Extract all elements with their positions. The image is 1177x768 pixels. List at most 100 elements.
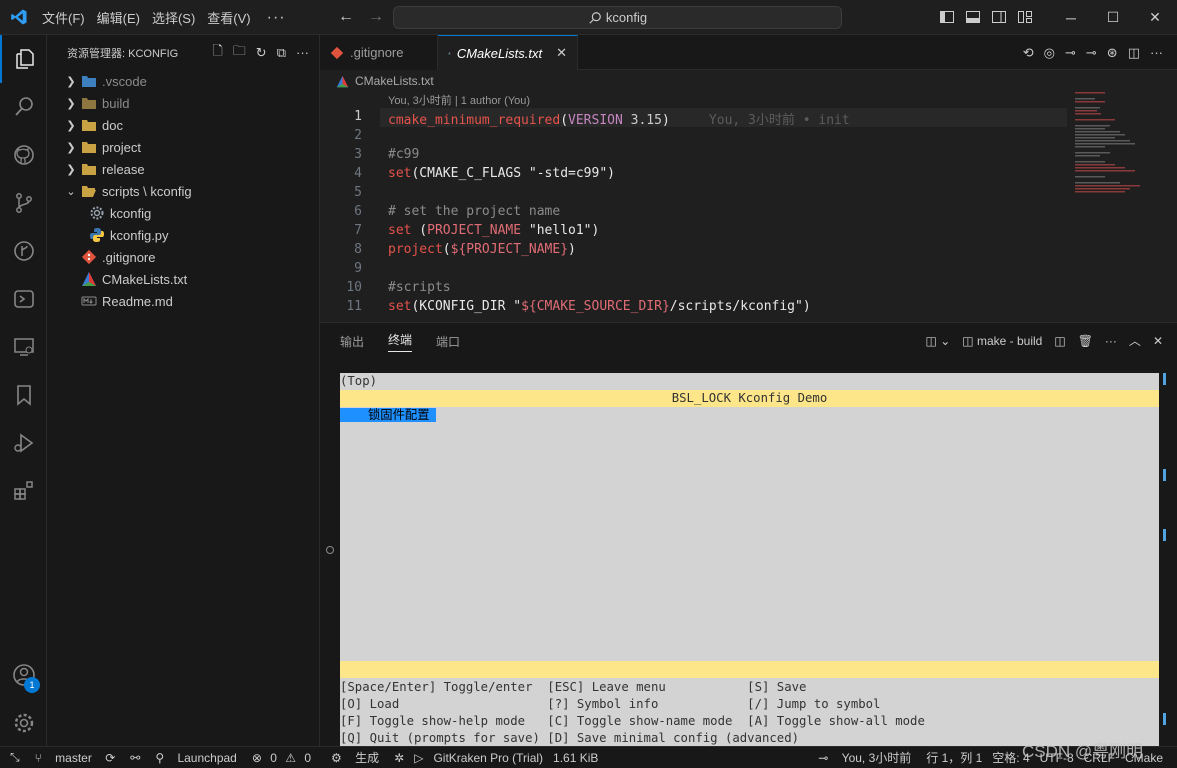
new-terminal-split-icon[interactable]: ◫ ⌄ xyxy=(926,334,951,348)
gitlens-compare-icon[interactable]: ◎ xyxy=(1044,45,1055,61)
remote-indicator-icon[interactable]: ⤡ xyxy=(10,750,20,765)
toggle-panel-icon[interactable] xyxy=(965,9,981,25)
back-arrow-icon[interactable]: ← xyxy=(338,8,354,26)
breadcrumb[interactable]: CMakeLists.txt xyxy=(320,70,1177,92)
source-control-icon[interactable] xyxy=(0,179,47,227)
split-terminal-icon[interactable]: ◫ xyxy=(1054,334,1065,348)
menu-more[interactable]: ··· xyxy=(257,9,296,27)
close-tab-icon[interactable]: ✕ xyxy=(556,45,567,61)
toggle-primary-sidebar-icon[interactable] xyxy=(939,9,955,25)
terminal-instance[interactable]: ◫ make - build xyxy=(962,334,1042,348)
minimap[interactable] xyxy=(1070,92,1170,212)
panel-tab-output[interactable]: 输出 xyxy=(340,333,364,350)
split-editor-icon[interactable]: ◫ xyxy=(1128,45,1140,61)
menu-selection[interactable]: 选择(S) xyxy=(146,8,201,27)
code-editor[interactable]: You, 3小时前 | 1 author (You) 1 2 3 4 5 6 7… xyxy=(320,92,1177,322)
editor-more-actions-icon[interactable]: ··· xyxy=(1150,45,1163,61)
previous-change-icon[interactable]: ⊸ xyxy=(1065,45,1076,61)
forward-arrow-icon[interactable]: → xyxy=(368,8,384,26)
line-number: 10 xyxy=(346,280,362,295)
run-play-icon[interactable]: ▷ xyxy=(414,751,423,765)
cursor-position[interactable]: 行 1，列 1 xyxy=(926,749,982,766)
tree-item-label: CMakeLists.txt xyxy=(102,271,188,287)
line-number: 9 xyxy=(354,261,362,276)
chevron-right-icon: ❯ xyxy=(66,75,76,88)
scroll-marker xyxy=(1163,529,1166,541)
panel-more-icon[interactable]: ··· xyxy=(1105,334,1117,348)
help-line: [O] Load [?] Symbol info [/] Jump to sym… xyxy=(340,697,881,711)
panel-tab-terminal[interactable]: 终端 xyxy=(388,331,413,352)
tree-item-doc[interactable]: ❯ doc xyxy=(47,114,320,136)
remote-explorer-icon[interactable] xyxy=(0,323,47,371)
gitkraken-icon[interactable] xyxy=(0,227,47,275)
tree-item-scripts[interactable]: ⌄ scripts \ kconfig xyxy=(47,180,320,202)
warning-count: 0 xyxy=(304,750,312,765)
launchpad-status[interactable]: ⚲ Launchpad xyxy=(150,751,242,765)
settings-gear-icon[interactable] xyxy=(0,699,47,747)
bookmark-icon[interactable] xyxy=(0,371,47,419)
timeline-history-icon[interactable]: ⟲ xyxy=(1023,45,1034,61)
command-center-search[interactable]: kconfig xyxy=(393,6,842,29)
tree-item-kconfig-py[interactable]: kconfig.py xyxy=(47,224,320,246)
accounts-icon[interactable]: 1 xyxy=(0,651,47,699)
toggle-secondary-sidebar-icon[interactable] xyxy=(991,9,1007,25)
refresh-icon[interactable]: ↻ xyxy=(256,45,267,61)
tree-item-kconfig[interactable]: kconfig xyxy=(47,202,320,224)
line-number: 1 xyxy=(354,109,362,124)
code-line-7: set (PROJECT_NAME "hello1") xyxy=(388,223,599,238)
search-icon xyxy=(589,11,601,24)
gitkraken-status-icon[interactable]: ⚯ xyxy=(130,751,140,765)
codelens-authors[interactable]: You, 3小时前 | 1 author (You) xyxy=(388,92,530,108)
editor-tabs: .gitignore CMakeLists.txt ✕ ⟲ ◎ ⊸ ⊸ ⊛ ◫ … xyxy=(320,35,1177,70)
file-tree: ❯ .vscode ❯ build ❯ doc ❯ project ❯ release ⌄… xyxy=(47,70,320,312)
next-change-icon[interactable]: ⊸ xyxy=(1086,45,1097,61)
maximize-button[interactable]: ☐ xyxy=(1092,0,1134,35)
customize-layout-icon[interactable] xyxy=(1017,9,1033,25)
tree-item-release[interactable]: ❯ release xyxy=(47,158,320,180)
tab-gitignore[interactable]: .gitignore xyxy=(320,35,438,70)
tree-item-label: doc xyxy=(102,117,123,133)
more-actions-icon[interactable]: ··· xyxy=(296,45,309,60)
tab-cmakelists[interactable]: CMakeLists.txt ✕ xyxy=(438,35,578,70)
tree-item-vscode[interactable]: ❯ .vscode xyxy=(47,70,320,92)
run-debug-icon[interactable] xyxy=(0,419,47,467)
terminal-screen[interactable]: (Top) BSL_LOCK Kconfig Demo 锁固件配置 [Space… xyxy=(340,373,1159,747)
close-panel-icon[interactable]: ✕ xyxy=(1153,334,1163,348)
extensions-icon[interactable] xyxy=(0,467,47,515)
gitkraken-action-icon[interactable]: ⊛ xyxy=(1107,45,1118,61)
menu-view[interactable]: 查看(V) xyxy=(201,8,256,27)
problems-status[interactable]: ⊗ 0 ⚠ 0 xyxy=(252,751,316,765)
tree-item-readme[interactable]: Readme.md xyxy=(47,290,320,312)
line-number: 11 xyxy=(346,299,362,314)
tree-item-project[interactable]: ❯ project xyxy=(47,136,320,158)
menu-edit[interactable]: 编辑(E) xyxy=(91,8,146,27)
new-file-icon[interactable]: 🗋 xyxy=(212,42,222,64)
blame-status[interactable]: ⊸ You, 3小时前 xyxy=(813,749,916,766)
branch-status[interactable]: ⑂ master ⟳ xyxy=(30,751,121,765)
panel-tab-ports[interactable]: 端口 xyxy=(436,333,460,350)
debug-bug-icon[interactable]: ✲ xyxy=(394,751,404,765)
github-icon[interactable] xyxy=(0,131,47,179)
tree-item-cmakelists[interactable]: CMakeLists.txt xyxy=(47,268,320,290)
menu-file[interactable]: 文件(F) xyxy=(36,8,91,27)
code-token: VERSION xyxy=(568,113,623,128)
close-window-button[interactable]: ✕ xyxy=(1134,0,1176,35)
code-token: ) xyxy=(661,113,670,128)
remote-terminal-icon[interactable] xyxy=(0,275,47,323)
explorer-icon[interactable] xyxy=(0,35,47,83)
maximize-panel-chevron-up-icon[interactable]: ︿ xyxy=(1129,332,1141,349)
sash-handle-icon[interactable] xyxy=(326,546,334,554)
line-number: 8 xyxy=(354,242,362,257)
cmake-build-status[interactable]: ⚙ 生成 xyxy=(326,749,384,766)
search-view-icon[interactable] xyxy=(0,83,47,131)
gitkraken-trial-status[interactable]: GitKraken Pro (Trial) xyxy=(433,751,543,765)
minimize-button[interactable]: ─ xyxy=(1050,0,1092,35)
tree-item-gitignore[interactable]: .gitignore xyxy=(47,246,320,268)
collapse-all-icon[interactable]: ⧉ xyxy=(277,45,286,61)
kill-terminal-trash-icon[interactable]: 🗑 xyxy=(1078,334,1093,348)
new-folder-icon[interactable]: 🗀 xyxy=(233,42,246,64)
tree-item-build[interactable]: ❯ build xyxy=(47,92,320,114)
branch-icon: ⑂ xyxy=(34,750,42,765)
inline-blame: You, 3小时前 • init xyxy=(708,113,850,128)
menuconfig-selected-item[interactable]: 锁固件配置 xyxy=(340,408,436,422)
